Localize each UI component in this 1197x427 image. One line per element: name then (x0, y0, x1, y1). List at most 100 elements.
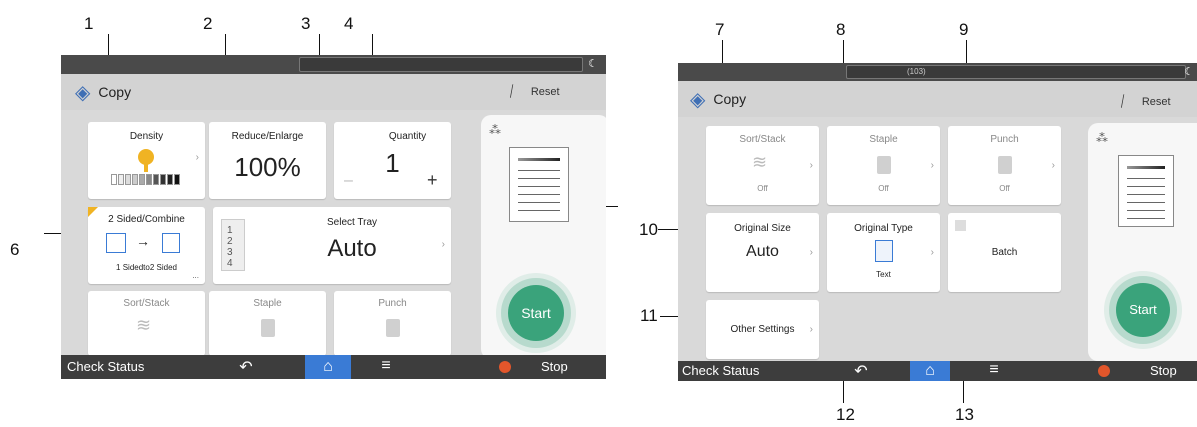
original-type-label: Original Type (854, 223, 913, 234)
callout-13: 13 (955, 405, 974, 424)
punch-label: Punch (990, 134, 1019, 145)
original-type-tile[interactable]: Original Type Text › (827, 213, 940, 292)
callout-3: 3 (301, 14, 311, 33)
staple-icon (261, 319, 275, 337)
moon-icon[interactable]: ☾ (1181, 65, 1197, 79)
reset-label: Reset (530, 85, 560, 98)
home-icon[interactable]: ⌂ (305, 355, 351, 379)
app-title: Copy (98, 84, 132, 100)
callout-2: 2 (203, 14, 213, 33)
punch-tile[interactable]: Punch (334, 291, 451, 356)
staple-tile[interactable]: Staple (209, 291, 326, 356)
reset-button[interactable]: ⟋ Reset (1114, 92, 1170, 111)
other-settings-tile[interactable]: Other Settings › (706, 300, 819, 359)
two-sided-page-icon (162, 233, 180, 253)
staple-icon (877, 156, 891, 174)
select-tray-value: Auto (327, 235, 377, 262)
density-tile[interactable]: Density › (88, 122, 205, 199)
staple-value: Off (878, 184, 889, 193)
stop-button[interactable]: Stop (1150, 363, 1177, 378)
bottom-bar: Check Status ↶ ⌂ ≡ Stop (678, 361, 1197, 381)
original-type-icon (875, 240, 893, 262)
reduce-enlarge-tile[interactable]: Reduce/Enlarge 100% (209, 122, 326, 199)
punch-icon (386, 319, 400, 337)
reduce-enlarge-value: 100% (234, 152, 301, 182)
two-sided-value: 1 Sidedto2 Sided (116, 263, 177, 272)
original-size-value: Auto (746, 243, 779, 260)
reset-button[interactable]: ⟋ Reset (503, 82, 560, 101)
callout-8: 8 (836, 20, 846, 39)
staple-label: Staple (869, 134, 898, 145)
copy-app-icon: ◈ (75, 81, 91, 104)
check-status-button[interactable]: Check Status (67, 359, 144, 374)
status-bar: (103) ☾ (678, 63, 1197, 81)
menu-icon[interactable]: ≡ (366, 357, 406, 375)
figure-root: 1 2 3 4 5 6 7 8 9 10 11 12 13 ☾ ◈ Copy ⟋… (0, 0, 1197, 427)
staple-label: Staple (253, 298, 282, 309)
stop-icon[interactable] (499, 361, 511, 373)
tray-number: 4 (227, 258, 233, 269)
app-title: Copy (713, 91, 747, 107)
sort-stack-tile[interactable]: Sort/Stack ≋ (88, 291, 205, 356)
batch-checkbox-icon (955, 220, 966, 231)
chevron-right-icon: › (809, 247, 813, 258)
batch-label: Batch (991, 247, 1018, 258)
original-size-label: Original Size (734, 223, 791, 234)
punch-tile[interactable]: Punch Off › (948, 126, 1061, 205)
status-bar: ☾ (61, 55, 606, 74)
batch-tile[interactable]: Batch (948, 213, 1061, 292)
density-label: Density (129, 131, 164, 142)
select-tray-label: Select Tray (326, 217, 378, 228)
quantity-minus-button[interactable]: – (344, 172, 353, 190)
stop-icon[interactable] (1098, 365, 1110, 377)
chevron-right-icon: › (930, 160, 934, 171)
stop-button[interactable]: Stop (541, 359, 568, 374)
callout-11: 11 (640, 306, 658, 325)
original-size-tile[interactable]: Original Size Auto › (706, 213, 819, 292)
single-sided-page-icon (106, 233, 126, 253)
chevron-right-icon: › (930, 247, 934, 258)
copy-app-icon: ◈ (690, 88, 706, 111)
menu-icon[interactable]: ≡ (974, 361, 1014, 379)
chevron-right-icon: › (441, 239, 445, 250)
more-icon: ... (192, 271, 199, 280)
callout-9: 9 (959, 20, 969, 39)
two-sided-tile[interactable]: 2 Sided/Combine → 1 Sidedto2 Sided ... (88, 207, 205, 284)
callout-6: 6 (10, 240, 20, 259)
quantity-label: Quantity (388, 131, 427, 142)
callout-12: 12 (836, 405, 855, 424)
start-button[interactable]: Start (508, 285, 564, 341)
quantity-tile[interactable]: Quantity 1 – + (334, 122, 451, 199)
home-icon[interactable]: ⌂ (910, 361, 950, 381)
density-scale (111, 174, 180, 185)
sort-stack-label: Sort/Stack (123, 298, 170, 309)
topbar-field: (103) (846, 65, 1186, 79)
start-button[interactable]: Start (1116, 283, 1170, 337)
chevron-right-icon: › (195, 152, 199, 163)
chevron-right-icon: › (809, 160, 813, 171)
document-preview-icon (509, 147, 569, 222)
arrow-icon: → (136, 233, 150, 249)
sort-stack-tile[interactable]: Sort/Stack ≋ Off › (706, 126, 819, 205)
two-sided-label: 2 Sided/Combine (108, 214, 185, 225)
other-settings-label: Other Settings (730, 324, 795, 335)
document-preview-icon (1118, 155, 1174, 227)
chevron-right-icon: › (1051, 160, 1055, 171)
topbar-field (299, 57, 583, 72)
back-icon[interactable]: ↶ (841, 361, 881, 381)
bulb-stem (144, 162, 148, 172)
select-tray-tile[interactable]: 1 2 3 4 Select Tray Auto › (213, 207, 451, 284)
copy-screen-left: ☾ ◈ Copy ⟋ Reset Density › Reduce/Enlarg… (61, 55, 606, 379)
quantity-plus-button[interactable]: + (427, 170, 438, 191)
moon-icon[interactable]: ☾ (585, 57, 601, 71)
back-icon[interactable]: ↶ (221, 357, 271, 377)
bottom-bar: Check Status ↶ ⌂ ≡ Stop (61, 355, 606, 379)
staple-tile[interactable]: Staple Off › (827, 126, 940, 205)
preview-panel: ⁂ Start (1088, 123, 1197, 361)
tray-number: 3 (227, 247, 233, 258)
sort-stack-label: Sort/Stack (739, 134, 786, 145)
callout-10: 10 (639, 220, 658, 239)
copy-screen-right: (103) ☾ ◈ Copy ⟋ Reset Sort/Stack ≋ Off … (678, 63, 1197, 381)
check-status-button[interactable]: Check Status (682, 363, 759, 378)
callout-7: 7 (715, 20, 725, 39)
